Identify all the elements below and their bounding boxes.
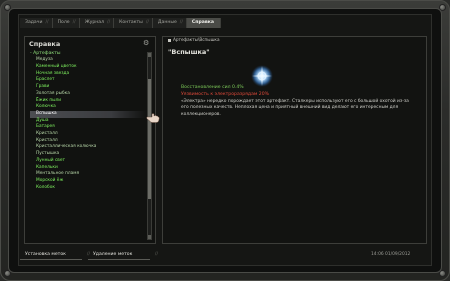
tab-data[interactable]: Данные — [152, 18, 187, 28]
scroll-thumb[interactable] — [148, 79, 151, 199]
breadcrumb: Артефакты\Вспышка — [168, 37, 220, 42]
list-item[interactable]: Лунный свет — [30, 158, 146, 165]
list-item[interactable]: Кристалл — [30, 131, 146, 138]
list-item[interactable]: Каменный цветок — [30, 64, 146, 71]
tab-map[interactable]: Поле — [52, 18, 80, 28]
panel-title: Справка — [29, 40, 61, 48]
hand-cursor-icon — [146, 113, 160, 123]
tab-tasks[interactable]: Задачи — [20, 18, 53, 28]
list-item[interactable]: Колобок — [30, 185, 146, 192]
scroll-down-arrow[interactable] — [148, 235, 151, 239]
tab-bar: Задачи Поле Журнал Контакты Данные Справ… — [20, 18, 221, 28]
gear-icon[interactable]: ⚙ — [143, 39, 151, 47]
datetime-display: 14:06 01/09/2012 — [371, 252, 411, 257]
breadcrumb-text: Артефакты\Вспышка — [173, 37, 220, 42]
remove-marks-button[interactable]: Удаление меток — [88, 250, 158, 260]
list-item-selected[interactable]: Вспышка — [30, 110, 146, 118]
list-item[interactable]: Медуза — [30, 57, 146, 64]
tab-help[interactable]: Справка — [186, 18, 221, 28]
article-description: «Электра» нередко порождает этот артефак… — [181, 99, 409, 117]
list-item[interactable]: Золотая рыбка — [30, 91, 146, 98]
article-title: "Вспышка" — [168, 48, 210, 56]
list-item[interactable]: Пустышка — [30, 151, 146, 158]
encyclopedia-panel: Справка ⚙ - Артефакты Медуза Каменный цве… — [24, 36, 156, 244]
article-panel — [162, 36, 427, 244]
stat-negative: Уязвимость к электроразрядам 20% — [181, 92, 270, 97]
list-item[interactable]: Грави — [30, 84, 146, 91]
list-item[interactable]: Ментальное пламя — [30, 171, 146, 178]
list-scrollbar[interactable] — [147, 52, 152, 240]
list-item[interactable]: Колючка — [30, 104, 146, 111]
flash-artifact-icon — [251, 65, 273, 87]
list-item[interactable]: Морской ёж — [30, 178, 146, 185]
article-list: - Артефакты Медуза Каменный цветок Ночная … — [30, 51, 146, 191]
tab-journal[interactable]: Журнал — [79, 18, 115, 28]
stat-positive: Восстановление сил 0.4% — [181, 85, 244, 90]
tab-contacts[interactable]: Контакты — [114, 18, 153, 28]
scroll-up-arrow[interactable] — [148, 53, 151, 57]
place-marks-button[interactable]: Установка меток — [20, 250, 90, 260]
